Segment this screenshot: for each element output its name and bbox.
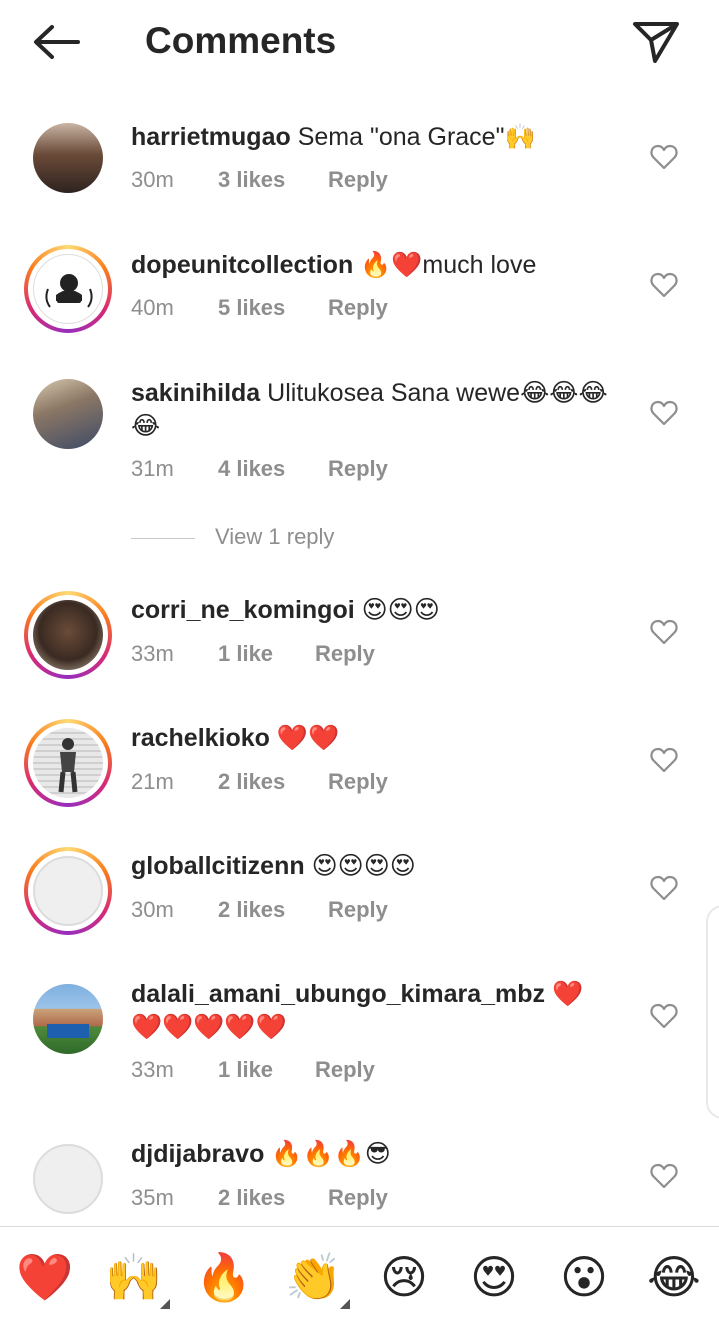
like-heart-icon[interactable] xyxy=(650,875,678,901)
likes-count[interactable]: 4 likes xyxy=(218,456,285,482)
likes-count[interactable]: 2 likes xyxy=(218,1185,285,1211)
comment-body: 🔥🔥🔥😎 xyxy=(264,1140,391,1168)
like-heart-icon[interactable] xyxy=(650,1003,678,1029)
avatar[interactable] xyxy=(24,847,112,935)
emoji-fire-button[interactable]: 🔥 xyxy=(194,1249,254,1305)
timestamp: 33m xyxy=(131,1057,174,1082)
like-heart-icon[interactable] xyxy=(650,1163,678,1189)
tears-of-joy-emoji-icon: 😂 xyxy=(647,1251,701,1303)
comment-text: harrietmugao Sema "ona Grace"🙌 xyxy=(131,121,631,154)
view-replies-button[interactable]: View 1 reply xyxy=(131,524,431,554)
emoji-heart-eyes-button[interactable]: 😍 xyxy=(464,1249,524,1305)
comment-text: dalali_amani_ubungo_kimara_mbz ❤️❤️❤️❤️❤… xyxy=(131,978,611,1044)
skin-tone-indicator-icon xyxy=(340,1299,350,1309)
comment-body: 🔥❤️much love xyxy=(353,251,537,279)
reply-button[interactable]: Reply xyxy=(315,1057,375,1083)
comments-list[interactable]: harrietmugao Sema "ona Grace"🙌 30m 3 lik… xyxy=(0,84,719,1226)
comment-text: sakinihilda Ulitukosea Sana wewe😂😂😂😂 xyxy=(131,377,626,443)
timestamp: 33m xyxy=(131,641,174,666)
avatar[interactable] xyxy=(24,370,112,458)
emoji-raised-hands-button[interactable]: 🙌 xyxy=(104,1249,170,1309)
emoji-heart-button[interactable]: ❤️ xyxy=(15,1249,75,1305)
timestamp: 35m xyxy=(131,1185,174,1210)
username[interactable]: dopeunitcollection xyxy=(131,251,353,279)
comment-text: rachelkioko ❤️❤️ xyxy=(131,722,631,755)
send-icon[interactable] xyxy=(630,18,682,66)
reply-button[interactable]: Reply xyxy=(328,295,388,321)
likes-count[interactable]: 5 likes xyxy=(218,295,285,321)
emoji-surprised-button[interactable]: 😮 xyxy=(554,1249,614,1305)
reply-button[interactable]: Reply xyxy=(328,456,388,482)
timestamp: 21m xyxy=(131,769,174,794)
view-replies-label: View 1 reply xyxy=(215,524,335,549)
fire-emoji-icon: 🔥 xyxy=(195,1251,253,1303)
username[interactable]: dalali_amani_ubungo_kimara_mbz xyxy=(131,980,545,1008)
comment-text: corri_ne_komingoi 😍😍😍 xyxy=(131,594,631,627)
emoji-laughing-button[interactable]: 😂 xyxy=(644,1249,704,1305)
username[interactable]: djdijabravo xyxy=(131,1140,264,1168)
timestamp: 40m xyxy=(131,295,174,320)
likes-count[interactable]: 2 likes xyxy=(218,897,285,923)
timestamp: 30m xyxy=(131,167,174,192)
likes-count[interactable]: 1 like xyxy=(218,641,273,667)
reply-button[interactable]: Reply xyxy=(328,769,388,795)
avatar[interactable] xyxy=(24,591,112,679)
username[interactable]: sakinihilda xyxy=(131,379,260,407)
surprised-face-emoji-icon: 😮 xyxy=(560,1251,608,1303)
username[interactable]: globallcitizenn xyxy=(131,852,305,880)
skin-tone-indicator-icon xyxy=(160,1299,170,1309)
reply-button[interactable]: Reply xyxy=(315,641,375,667)
sign-board xyxy=(47,1024,89,1038)
username[interactable]: corri_ne_komingoi xyxy=(131,596,355,624)
comment-text: djdijabravo 🔥🔥🔥😎 xyxy=(131,1138,631,1171)
like-heart-icon[interactable] xyxy=(650,400,678,426)
likes-count[interactable]: 3 likes xyxy=(218,167,285,193)
like-heart-icon[interactable] xyxy=(650,619,678,645)
timestamp: 30m xyxy=(131,897,174,922)
scroll-handle[interactable] xyxy=(706,905,719,1119)
page-title: Comments xyxy=(145,20,337,61)
heart-eyes-emoji-icon: 😍 xyxy=(470,1251,518,1303)
reply-divider xyxy=(131,538,195,539)
crying-face-emoji-icon: 😢 xyxy=(380,1251,428,1303)
reply-button[interactable]: Reply xyxy=(328,167,388,193)
header: Comments xyxy=(0,0,719,84)
likes-count[interactable]: 1 like xyxy=(218,1057,273,1083)
avatar[interactable] xyxy=(24,114,112,202)
like-heart-icon[interactable] xyxy=(650,272,678,298)
emoji-clap-button[interactable]: 👏 xyxy=(284,1249,350,1309)
avatar[interactable] xyxy=(24,1135,112,1223)
comment-body: Sema "ona Grace"🙌 xyxy=(290,123,536,151)
clapping-hands-emoji-icon: 👏 xyxy=(285,1251,343,1303)
comment-body: ❤️❤️ xyxy=(269,724,340,752)
avatar[interactable] xyxy=(24,245,112,333)
avatar[interactable] xyxy=(24,975,112,1063)
like-heart-icon[interactable] xyxy=(650,144,678,170)
quick-emoji-bar: ❤️ 🙌 🔥 👏 😢 😍 😮 😂 xyxy=(0,1226,719,1335)
username[interactable]: rachelkioko xyxy=(131,724,270,752)
heart-emoji-icon: ❤️ xyxy=(16,1251,74,1303)
raised-hands-emoji-icon: 🙌 xyxy=(105,1251,163,1303)
person-silhouette-icon xyxy=(58,738,78,793)
comment-text: dopeunitcollection 🔥❤️much love xyxy=(131,249,631,282)
avatar[interactable] xyxy=(24,719,112,807)
dope-logo-icon xyxy=(45,274,93,308)
timestamp: 31m xyxy=(131,456,174,481)
emoji-crying-button[interactable]: 😢 xyxy=(374,1249,434,1305)
likes-count[interactable]: 2 likes xyxy=(218,769,285,795)
reply-button[interactable]: Reply xyxy=(328,1185,388,1211)
comment-body: 😍😍😍😍 xyxy=(304,852,416,880)
comment-body: 😍😍😍 xyxy=(354,596,440,624)
reply-button[interactable]: Reply xyxy=(328,897,388,923)
like-heart-icon[interactable] xyxy=(650,747,678,773)
comment-text: globallcitizenn 😍😍😍😍 xyxy=(131,850,631,883)
username[interactable]: harrietmugao xyxy=(131,123,291,151)
back-arrow-icon[interactable] xyxy=(30,22,82,62)
